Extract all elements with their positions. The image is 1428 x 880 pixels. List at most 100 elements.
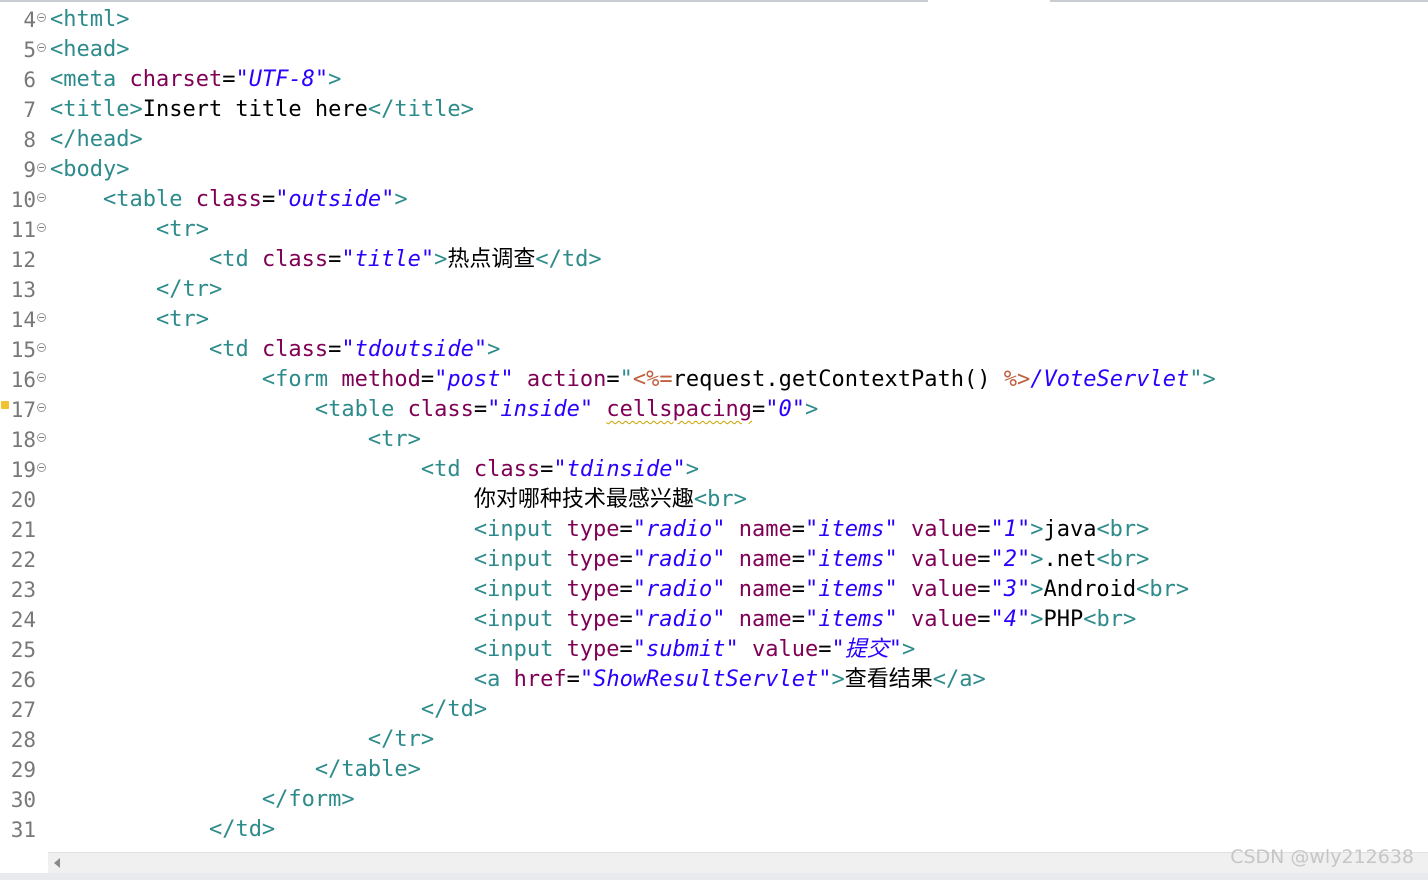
line-number: 30 xyxy=(10,788,36,812)
code-text[interactable]: <tr> xyxy=(50,215,209,245)
warning-icon[interactable] xyxy=(1,401,9,409)
fold-toggle-icon[interactable] xyxy=(37,223,46,232)
code-line[interactable]: 9 <body> xyxy=(0,155,1428,185)
code-text[interactable]: <td class="title">热点调查</td> xyxy=(50,245,602,275)
code-line[interactable]: 18 <tr> xyxy=(0,425,1428,455)
code-text[interactable]: <a href="ShowResultServlet">查看结果</a> xyxy=(50,665,986,695)
code-text[interactable]: </form> xyxy=(50,785,355,815)
fold-toggle-icon[interactable] xyxy=(37,433,46,442)
code-line[interactable]: 30 </form> xyxy=(0,785,1428,815)
code-token: <br> xyxy=(1083,607,1137,632)
code-line[interactable]: 23 <input type="radio" name="items" valu… xyxy=(0,575,1428,605)
code-text[interactable]: <body> xyxy=(50,155,129,185)
code-line[interactable]: 16 <form method="post" action="<%=reques… xyxy=(0,365,1428,395)
code-line[interactable]: 31 </td> xyxy=(0,815,1428,845)
code-token: 查看结果 xyxy=(844,667,933,692)
code-token: PHP xyxy=(1043,607,1084,632)
code-token: = xyxy=(328,337,342,362)
code-line[interactable]: 12 <td class="title">热点调查</td> xyxy=(0,245,1428,275)
fold-toggle-icon[interactable] xyxy=(37,313,46,322)
code-line[interactable]: 8 </head> xyxy=(0,125,1428,155)
code-line[interactable]: 4 <html> xyxy=(0,5,1428,35)
code-token: </form> xyxy=(261,787,355,812)
code-text[interactable]: 你对哪种技术最感兴趣<br> xyxy=(50,485,747,515)
code-text[interactable]: <title>Insert title here</title> xyxy=(50,95,474,125)
code-token: </tr> xyxy=(155,277,223,302)
code-text[interactable]: </tr> xyxy=(50,275,222,305)
code-text[interactable]: </table> xyxy=(50,755,421,785)
code-text[interactable]: <input type="radio" name="items" value="… xyxy=(50,545,1150,575)
code-token: = xyxy=(977,517,991,542)
line-number: 6 xyxy=(23,68,36,92)
code-text[interactable]: <input type="radio" name="items" value="… xyxy=(50,605,1136,635)
code-line[interactable]: 29 </table> xyxy=(0,755,1428,785)
code-text[interactable]: </td> xyxy=(50,815,275,845)
code-text[interactable]: <td class="tdinside"> xyxy=(50,455,699,485)
fold-toggle-icon[interactable] xyxy=(37,343,46,352)
fold-toggle-icon[interactable] xyxy=(37,163,46,172)
fold-toggle-icon[interactable] xyxy=(37,193,46,202)
code-line[interactable]: 25 <input type="submit" value="提交"> xyxy=(0,635,1428,665)
scroll-left-arrow-icon[interactable] xyxy=(54,858,60,868)
code-line[interactable]: 11 <tr> xyxy=(0,215,1428,245)
line-number: 23 xyxy=(10,578,36,602)
fold-toggle-icon[interactable] xyxy=(37,43,46,52)
code-token: "1" xyxy=(990,517,1031,542)
code-line[interactable]: 20 你对哪种技术最感兴趣<br> xyxy=(0,485,1428,515)
code-line[interactable]: 5 <head> xyxy=(0,35,1428,65)
fold-toggle-icon[interactable] xyxy=(37,13,46,22)
code-token: = xyxy=(977,577,991,602)
code-text[interactable]: <table class="outside"> xyxy=(50,185,408,215)
code-token: <br> xyxy=(1096,547,1150,572)
line-number: 28 xyxy=(10,728,36,752)
code-line[interactable]: 14 <tr> xyxy=(0,305,1428,335)
code-line[interactable]: 6 <meta charset="UTF-8"> xyxy=(0,65,1428,95)
code-text[interactable]: <input type="submit" value="提交"> xyxy=(50,635,915,665)
code-token: "2" xyxy=(990,547,1031,572)
code-line[interactable]: 10 <table class="outside"> xyxy=(0,185,1428,215)
fold-toggle-icon[interactable] xyxy=(37,463,46,472)
fold-toggle-icon[interactable] xyxy=(37,403,46,412)
code-line[interactable]: 28 </tr> xyxy=(0,725,1428,755)
code-text[interactable]: </td> xyxy=(50,695,487,725)
code-text[interactable]: </tr> xyxy=(50,725,434,755)
code-text[interactable]: <input type="radio" name="items" value="… xyxy=(50,515,1150,545)
code-line[interactable]: 13 </tr> xyxy=(0,275,1428,305)
code-text[interactable]: <form method="post" action="<%=request.g… xyxy=(50,365,1216,395)
code-token: = xyxy=(222,67,236,92)
code-line[interactable]: 26 <a href="ShowResultServlet">查看结果</a> xyxy=(0,665,1428,695)
code-token: <br> xyxy=(693,487,747,512)
code-line[interactable]: 19 <td class="tdinside"> xyxy=(0,455,1428,485)
code-text[interactable]: <tr> xyxy=(50,305,209,335)
code-line[interactable]: 27 </td> xyxy=(0,695,1428,725)
horizontal-scrollbar[interactable] xyxy=(48,852,1428,873)
code-text[interactable]: <head> xyxy=(50,35,129,65)
code-editor[interactable]: 4 <html> 5 <head> 6 <meta charset="UTF-8"> 7 <t… xyxy=(0,5,1428,851)
code-line[interactable]: 21 <input type="radio" name="items" valu… xyxy=(0,515,1428,545)
code-line[interactable]: 24 <input type="radio" name="items" valu… xyxy=(0,605,1428,635)
code-line[interactable]: 22 <input type="radio" name="items" valu… xyxy=(0,545,1428,575)
code-line[interactable]: 15 <td class="tdoutside"> xyxy=(0,335,1428,365)
code-line[interactable]: 17 <table class="inside" cellspacing="0"… xyxy=(0,395,1428,425)
code-token: class xyxy=(473,457,541,482)
code-text[interactable]: <tr> xyxy=(50,425,421,455)
code-token: "> xyxy=(1189,367,1216,392)
code-token: > xyxy=(685,457,700,482)
code-token: <td xyxy=(208,247,262,272)
code-text[interactable]: </head> xyxy=(50,125,143,155)
code-text[interactable]: <meta charset="UTF-8"> xyxy=(50,65,341,95)
fold-toggle-icon[interactable] xyxy=(37,373,46,382)
code-text[interactable]: <td class="tdoutside"> xyxy=(50,335,500,365)
code-token: name xyxy=(738,547,792,572)
code-line[interactable]: 7 <title>Insert title here</title> xyxy=(0,95,1428,125)
code-text[interactable]: <table class="inside" cellspacing="0"> xyxy=(50,395,818,425)
code-text[interactable]: <html> xyxy=(50,5,129,35)
code-token: type xyxy=(566,637,620,662)
code-text[interactable]: <input type="radio" name="items" value="… xyxy=(50,575,1189,605)
